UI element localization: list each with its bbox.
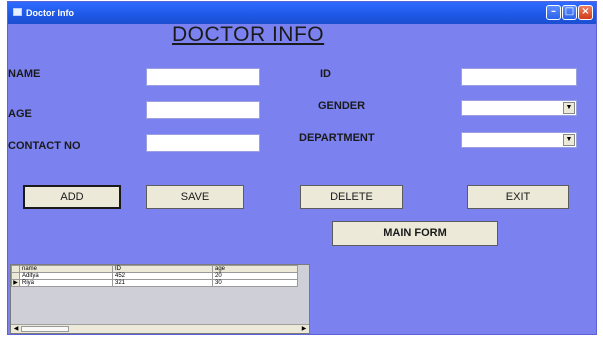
grid-column-header[interactable]: age — [212, 265, 298, 273]
table-cell[interactable]: 30 — [212, 279, 298, 287]
department-label: DEPARTMENT — [299, 132, 375, 144]
grid-column-header[interactable]: ID — [112, 265, 213, 273]
name-label: NAME — [8, 68, 41, 80]
table-cell[interactable]: 20 — [212, 272, 298, 280]
exit-button[interactable]: EXIT — [467, 185, 569, 209]
table-cell[interactable]: Riya — [19, 279, 113, 287]
window-title: Doctor Info — [26, 8, 74, 18]
table-cell[interactable]: 452 — [112, 272, 213, 280]
grid-table: name ID age Aditya 452 20 ▶ Riya 321 30 — [11, 265, 298, 287]
delete-button[interactable]: DELETE — [300, 185, 403, 209]
table-row[interactable]: ▶ Riya 321 30 — [11, 279, 298, 287]
gender-dropdown[interactable]: ▼ — [461, 100, 577, 116]
id-input[interactable] — [461, 68, 577, 86]
window-icon — [13, 8, 22, 16]
age-input[interactable] — [146, 101, 260, 119]
title-bar[interactable]: Doctor Info – □ × — [8, 2, 596, 24]
horizontal-scrollbar[interactable]: ◀ ▶ — [11, 324, 309, 333]
age-label: AGE — [8, 108, 32, 120]
save-button[interactable]: SAVE — [146, 185, 244, 209]
id-label: ID — [320, 68, 331, 80]
table-cell[interactable]: 321 — [112, 279, 213, 287]
table-row[interactable]: Aditya 452 20 — [11, 272, 298, 280]
grid-column-header[interactable]: name — [19, 265, 113, 273]
doctor-info-window: Doctor Info – □ × DOCTOR INFO NAME ID AG… — [8, 2, 596, 334]
name-input[interactable] — [146, 68, 260, 86]
doctor-data-grid[interactable]: name ID age Aditya 452 20 ▶ Riya 321 30 — [10, 264, 310, 334]
contact-no-label: CONTACT NO — [8, 140, 81, 152]
grid-corner-cell — [11, 265, 20, 273]
table-cell[interactable]: Aditya — [19, 272, 113, 280]
row-selector[interactable]: ▶ — [11, 279, 20, 287]
page-title: DOCTOR INFO — [172, 23, 325, 46]
main-form-button[interactable]: MAIN FORM — [332, 221, 498, 246]
chevron-down-icon[interactable]: ▼ — [563, 134, 575, 146]
add-button[interactable]: ADD — [23, 185, 121, 209]
scrollbar-thumb[interactable] — [21, 326, 69, 332]
scroll-right-icon[interactable]: ▶ — [300, 325, 308, 333]
contact-no-input[interactable] — [146, 134, 260, 152]
row-selector[interactable] — [11, 272, 20, 280]
scroll-left-icon[interactable]: ◀ — [12, 325, 20, 333]
gender-label: GENDER — [318, 100, 366, 112]
chevron-down-icon[interactable]: ▼ — [563, 102, 575, 114]
close-icon[interactable]: × — [578, 5, 593, 20]
department-dropdown[interactable]: ▼ — [461, 132, 577, 148]
grid-header-row: name ID age — [11, 265, 298, 273]
maximize-icon[interactable]: □ — [562, 5, 577, 20]
minimize-icon[interactable]: – — [546, 5, 561, 20]
